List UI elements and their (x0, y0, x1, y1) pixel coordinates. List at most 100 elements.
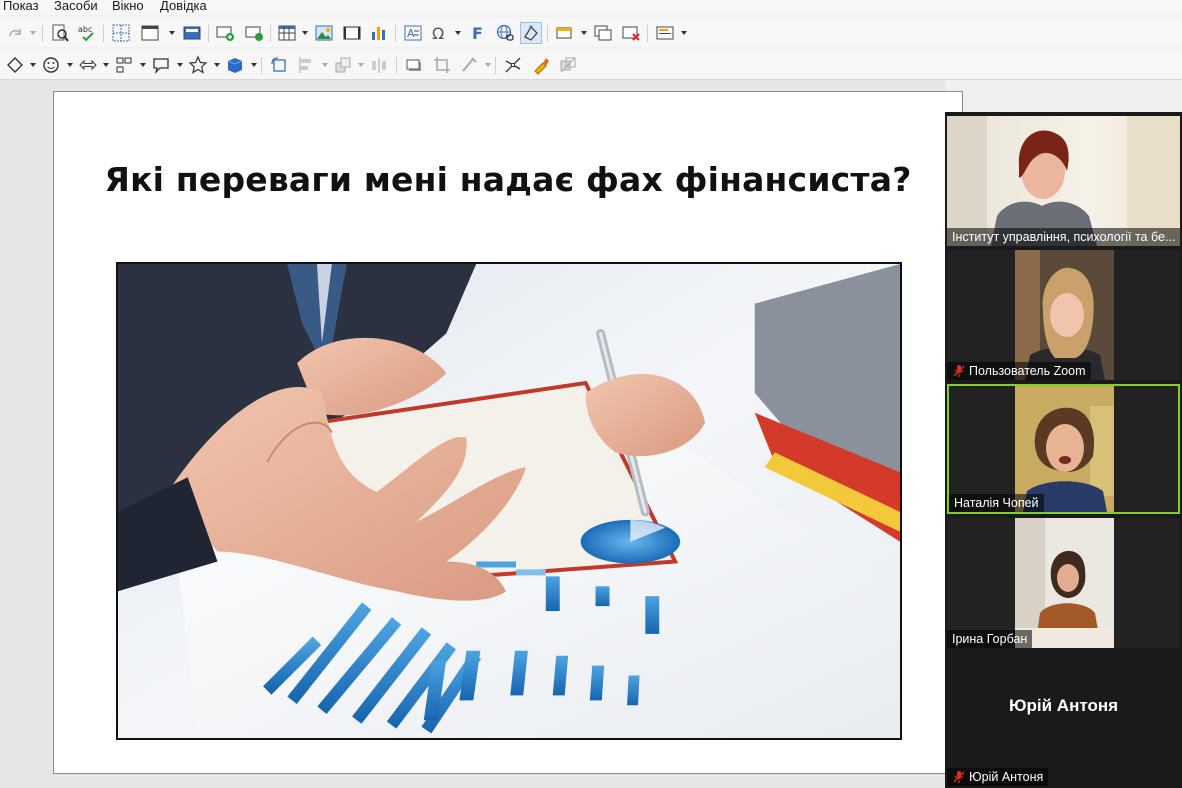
participant-tile-video-off[interactable]: Юрій Антоня Юрій Антоня (947, 652, 1180, 786)
master-slide-icon[interactable] (181, 22, 203, 44)
spellcheck-icon[interactable]: abc (76, 22, 98, 44)
participant-video (1015, 250, 1114, 380)
participant-name: Інститут управління, психології та бе... (952, 230, 1176, 244)
basic-shapes-icon[interactable] (4, 54, 26, 76)
show-draw-dropdown[interactable] (581, 31, 587, 35)
zoom-participant-gallery: Інститут управління, психології та бе...… (945, 112, 1182, 788)
rotate-icon[interactable] (268, 54, 290, 76)
symbol-shapes-dropdown[interactable] (67, 63, 73, 67)
callout-icon[interactable] (150, 54, 172, 76)
points-icon[interactable] (502, 54, 524, 76)
participant-video-off-name: Юрій Антоня (1008, 696, 1119, 715)
flowchart-dropdown[interactable] (140, 63, 146, 67)
participant-name: Юрій Антоня (969, 770, 1044, 784)
star-icon[interactable] (187, 54, 209, 76)
table-dropdown[interactable] (302, 31, 308, 35)
participant-2-video-icon (1015, 250, 1114, 380)
participant-tile[interactable]: Пользователь Zoom (947, 250, 1180, 380)
toggle-extrusion-icon[interactable] (557, 54, 579, 76)
shape-icon[interactable] (520, 22, 542, 44)
image-icon[interactable] (313, 22, 335, 44)
mic-muted-icon (953, 365, 965, 377)
filter-dropdown[interactable] (485, 63, 491, 67)
star-dropdown[interactable] (214, 63, 220, 67)
display-views-dropdown[interactable] (169, 31, 175, 35)
participant-name-bar: Інститут управління, психології та бе... (947, 228, 1180, 246)
media-icon[interactable] (341, 22, 363, 44)
slide-canvas[interactable]: Які переваги мені надає фах фінансиста? (53, 91, 963, 774)
shadow-icon[interactable] (403, 54, 425, 76)
filter-icon[interactable] (458, 54, 480, 76)
separator (208, 25, 209, 42)
textbox-icon[interactable]: A (402, 22, 424, 44)
arrange-dropdown[interactable] (358, 63, 364, 67)
3d-object-dropdown[interactable] (251, 63, 257, 67)
glue-points-icon[interactable] (530, 54, 552, 76)
grid-icon[interactable] (110, 22, 132, 44)
photo-illustration (118, 264, 900, 738)
new-slide-icon[interactable] (214, 22, 236, 44)
slide-layout-dropdown[interactable] (681, 31, 687, 35)
separator (495, 57, 496, 74)
smiley-icon[interactable] (40, 54, 62, 76)
participant-video (947, 116, 1180, 246)
show-draw-icon[interactable] (554, 22, 576, 44)
slide-photo-business-charts[interactable] (116, 262, 902, 740)
separator (261, 57, 262, 74)
table-icon[interactable] (276, 22, 298, 44)
svg-text:Ω: Ω (432, 24, 444, 43)
participant-name: Ірина Горбан (952, 632, 1028, 646)
participant-name-bar: Ірина Горбан (947, 630, 1033, 648)
special-character-dropdown[interactable] (455, 31, 461, 35)
svg-text:F: F (472, 24, 483, 43)
basic-shapes-dropdown[interactable] (30, 63, 36, 67)
participant-name: Пользователь Zoom (969, 364, 1086, 378)
separator (647, 25, 648, 42)
separator (270, 25, 271, 42)
participant-name: Наталія Чопей (954, 496, 1039, 510)
separator (103, 25, 104, 42)
delete-slide-icon[interactable] (620, 22, 642, 44)
separator (547, 25, 548, 42)
flowchart-icon[interactable] (113, 54, 135, 76)
redo-icon[interactable] (4, 22, 26, 44)
arrows-icon[interactable] (77, 54, 99, 76)
participant-tile[interactable]: Інститут управління, психології та бе... (947, 116, 1180, 246)
duplicate-slide-icon[interactable] (243, 22, 265, 44)
callout-dropdown[interactable] (177, 63, 183, 67)
align-dropdown[interactable] (322, 63, 328, 67)
svg-text:A: A (407, 27, 415, 40)
mic-muted-icon (953, 771, 965, 783)
find-replace-icon[interactable] (49, 22, 71, 44)
fontwork-icon[interactable]: F (466, 22, 488, 44)
redo-dropdown[interactable] (30, 31, 36, 35)
participant-name-bar: Наталія Чопей (949, 494, 1044, 512)
menu-tools[interactable]: Засоби (54, 0, 98, 13)
menu-window[interactable]: Вікно (112, 0, 144, 13)
participant-tile[interactable]: Ірина Горбан (947, 518, 1180, 648)
participant-name-bar: Юрій Антоня (947, 768, 1049, 786)
arrange-icon[interactable] (332, 54, 354, 76)
arrows-dropdown[interactable] (103, 63, 109, 67)
align-icon[interactable] (296, 54, 318, 76)
menu-show[interactable]: Показ (3, 0, 39, 13)
hyperlink-icon[interactable] (494, 22, 516, 44)
participant-tile-active-speaker[interactable]: Наталія Чопей (947, 384, 1180, 514)
separator (42, 25, 43, 42)
menu-help[interactable]: Довідка (160, 0, 207, 13)
participant-video (1015, 518, 1114, 648)
special-character-icon[interactable]: Ω (428, 22, 450, 44)
crop-icon[interactable] (431, 54, 453, 76)
display-views-icon[interactable] (139, 22, 161, 44)
separator (396, 57, 397, 74)
distribute-icon[interactable] (368, 54, 390, 76)
menu-bar: Показ Засоби Вікно Довідка (0, 0, 1182, 15)
3d-object-icon[interactable] (224, 54, 246, 76)
slide-title[interactable]: Які переваги мені надає фах фінансиста? (54, 160, 962, 199)
separator (395, 25, 396, 42)
participant-name-bar: Пользователь Zoom (947, 362, 1091, 380)
chart-icon[interactable] (368, 22, 390, 44)
participant-1-video-icon (947, 116, 1180, 246)
slide-layout-icon[interactable] (654, 22, 676, 44)
copy-slide-icon[interactable] (592, 22, 614, 44)
